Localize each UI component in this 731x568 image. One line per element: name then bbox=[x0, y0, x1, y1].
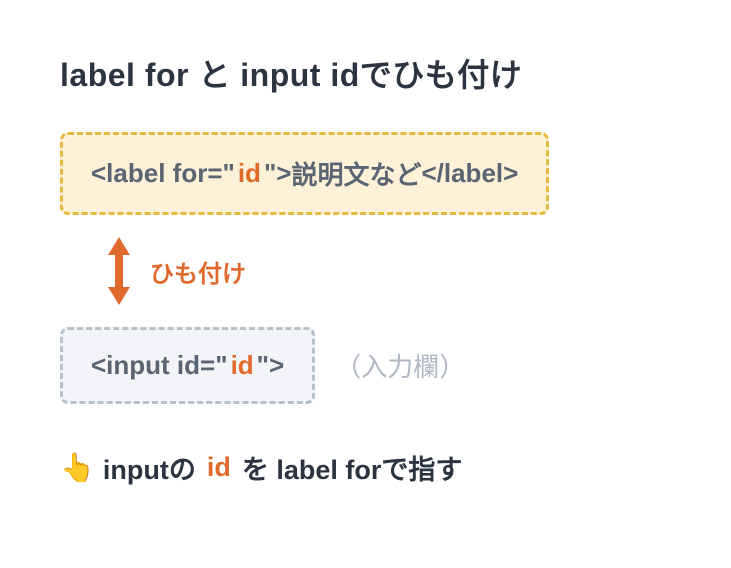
code-text: "> bbox=[264, 158, 292, 189]
connector-label: ひも付け bbox=[150, 254, 246, 289]
code-text: <input id=" bbox=[91, 350, 228, 381]
connector-row: ひも付け bbox=[104, 235, 671, 307]
code-text: <label for=" bbox=[91, 158, 235, 189]
code-text: "> bbox=[257, 350, 285, 381]
double-arrow-icon bbox=[104, 235, 134, 307]
pointing-finger-icon: 👆 bbox=[60, 451, 95, 484]
footer-note: 👆 inputの id を label forで指す bbox=[60, 448, 671, 487]
id-highlight: id bbox=[231, 350, 254, 381]
code-text: </label> bbox=[421, 158, 518, 189]
label-element-box: <label for="id">説明文など</label> bbox=[60, 132, 549, 215]
id-highlight: id bbox=[207, 452, 231, 483]
footer-text: を label forで指す bbox=[242, 448, 463, 487]
footer-text: inputの bbox=[103, 448, 196, 487]
input-row: <input id="id"> （入力欄） bbox=[60, 327, 671, 404]
placeholder-text: （入力欄） bbox=[335, 347, 465, 384]
code-content: 説明文など bbox=[291, 155, 421, 192]
id-highlight: id bbox=[238, 158, 261, 189]
diagram-title: label for と input idでひも付け bbox=[60, 50, 671, 96]
input-element-box: <input id="id"> bbox=[60, 327, 315, 404]
